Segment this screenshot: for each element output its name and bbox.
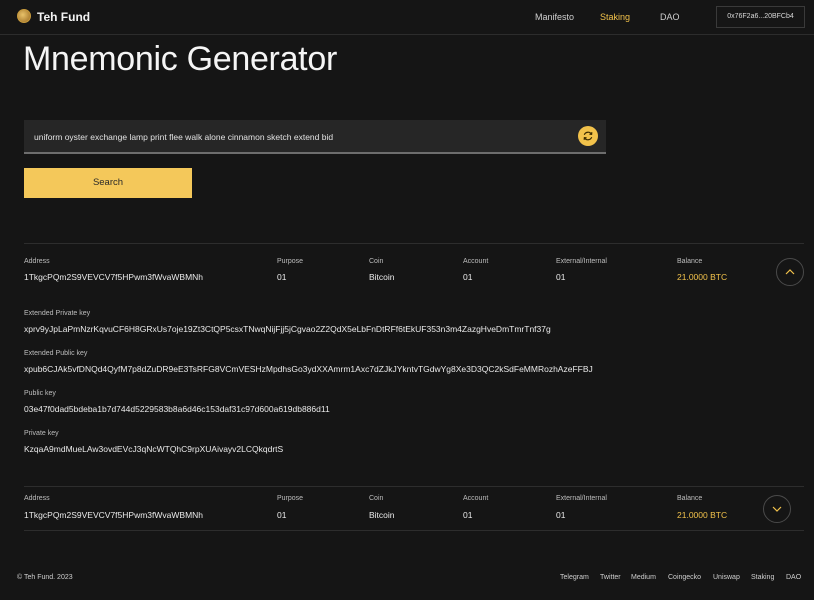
nav-manifesto[interactable]: Manifesto — [535, 12, 574, 22]
footer-link-twitter[interactable]: Twitter — [600, 574, 621, 581]
purpose-value: 01 — [277, 510, 287, 520]
private-key-value: KzqaA9mdMueLAw3ovdEVcJ3qNcWTQhC9rpXUAiva… — [24, 444, 284, 454]
refresh-button[interactable] — [578, 126, 598, 146]
extended-public-key-label: Extended Public key — [24, 350, 88, 357]
public-key-value: 03e47f0dad5bdeba1b7d744d5229583b8a6d46c1… — [24, 404, 330, 414]
top-navbar: Teh Fund Manifesto Staking DAO 0x76F2a6.… — [0, 0, 814, 35]
extended-public-key-value: xpub6CJAk5vfDNQd4QyfM7p8dZuDR9eE3TsRFG8V… — [24, 364, 593, 374]
address-label: Address — [24, 495, 50, 502]
app-window: Teh Fund Manifesto Staking DAO 0x76F2a6.… — [0, 0, 820, 600]
account-label: Account — [463, 258, 489, 265]
footer-link-coingecko[interactable]: Coingecko — [668, 574, 701, 581]
purpose-label: Purpose — [277, 495, 304, 502]
divider — [24, 243, 804, 244]
external-internal-value: 01 — [556, 510, 566, 520]
private-key-label: Private key — [24, 430, 59, 437]
collapse-button[interactable] — [776, 258, 804, 286]
chevron-down-icon — [772, 506, 782, 512]
address-value: 1TkgcPQm2S9VEVCV7f5HPwm3fWvaWBMNh — [24, 510, 204, 520]
divider — [24, 486, 804, 487]
coin-label: Coin — [369, 258, 384, 265]
external-internal-label: External/Internal — [556, 495, 607, 502]
balance-value: 21.0000 BTC — [677, 272, 728, 282]
public-key-label: Public key — [24, 390, 56, 397]
mnemonic-input[interactable] — [34, 129, 574, 145]
footer-link-staking[interactable]: Staking — [751, 574, 774, 581]
external-internal-value: 01 — [556, 272, 566, 282]
extended-private-key-label: Extended Private key — [24, 310, 91, 317]
footer-copyright: © Teh Fund. 2023 — [17, 574, 73, 581]
account-value: 01 — [463, 510, 473, 520]
mnemonic-field — [24, 120, 606, 154]
wallet-address-button[interactable]: 0x76F2a6...20BFCb4 — [716, 6, 805, 28]
nav-dao[interactable]: DAO — [660, 12, 680, 22]
page-title: Mnemonic Generator — [23, 40, 337, 78]
purpose-value: 01 — [277, 272, 287, 282]
nav-staking[interactable]: Staking — [600, 12, 630, 22]
divider — [24, 530, 804, 531]
extended-private-key-value: xprv9yJpLaPmNzrKqvuCF6H8GRxUs7oje19Zt3Ct… — [24, 324, 551, 334]
account-label: Account — [463, 495, 489, 502]
page-margin — [0, 600, 820, 611]
chevron-up-icon — [785, 269, 795, 275]
balance-label: Balance — [677, 258, 703, 265]
account-value: 01 — [463, 272, 473, 282]
expand-button[interactable] — [763, 495, 791, 523]
address-label: Address — [24, 258, 50, 265]
external-internal-label: External/Internal — [556, 258, 607, 265]
footer-link-medium[interactable]: Medium — [631, 574, 656, 581]
refresh-icon — [583, 131, 593, 141]
balance-value: 21.0000 BTC — [677, 510, 728, 520]
footer-link-dao[interactable]: DAO — [786, 574, 801, 581]
footer-link-telegram[interactable]: Telegram — [560, 574, 589, 581]
balance-label: Balance — [677, 495, 703, 502]
brand-name[interactable]: Teh Fund — [37, 10, 90, 24]
coin-value: Bitcoin — [369, 272, 395, 282]
coin-label: Coin — [369, 495, 384, 502]
purpose-label: Purpose — [277, 258, 304, 265]
footer-link-uniswap[interactable]: Uniswap — [713, 574, 740, 581]
address-value: 1TkgcPQm2S9VEVCV7f5HPwm3fWvaWBMNh — [24, 272, 204, 282]
search-button[interactable]: Search — [24, 168, 192, 198]
coin-value: Bitcoin — [369, 510, 395, 520]
logo-coin-icon[interactable] — [17, 9, 31, 23]
